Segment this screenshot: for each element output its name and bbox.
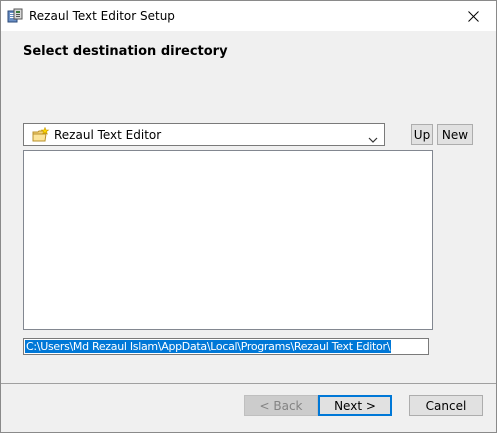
directory-list[interactable]	[23, 150, 433, 330]
up-button[interactable]: Up	[411, 124, 433, 145]
back-button[interactable]: < Back	[244, 395, 318, 416]
installer-icon	[7, 8, 23, 24]
destination-path-field[interactable]: C:\Users\Md Rezaul Islam\AppData\Local\P…	[23, 338, 429, 355]
close-icon	[467, 10, 479, 22]
wizard-footer: < Back Next > Cancel	[1, 384, 496, 432]
page-title: Select destination directory	[23, 44, 228, 59]
folder-dropdown-value: Rezaul Text Editor	[54, 128, 162, 142]
wizard-content: Select destination directory Rezaul Text…	[1, 31, 496, 383]
chevron-down-icon	[368, 130, 378, 143]
setup-window: Rezaul Text Editor Setup Select destinat…	[0, 0, 497, 433]
new-folder-button[interactable]: New	[437, 124, 473, 145]
cancel-button[interactable]: Cancel	[409, 395, 483, 416]
destination-path-value: C:\Users\Md Rezaul Islam\AppData\Local\P…	[25, 340, 392, 353]
next-button[interactable]: Next >	[318, 395, 392, 416]
folder-dropdown[interactable]: Rezaul Text Editor	[23, 123, 385, 146]
window-title: Rezaul Text Editor Setup	[29, 9, 175, 23]
folder-star-icon	[32, 126, 50, 143]
title-bar: Rezaul Text Editor Setup	[1, 1, 496, 31]
close-button[interactable]	[450, 1, 496, 31]
